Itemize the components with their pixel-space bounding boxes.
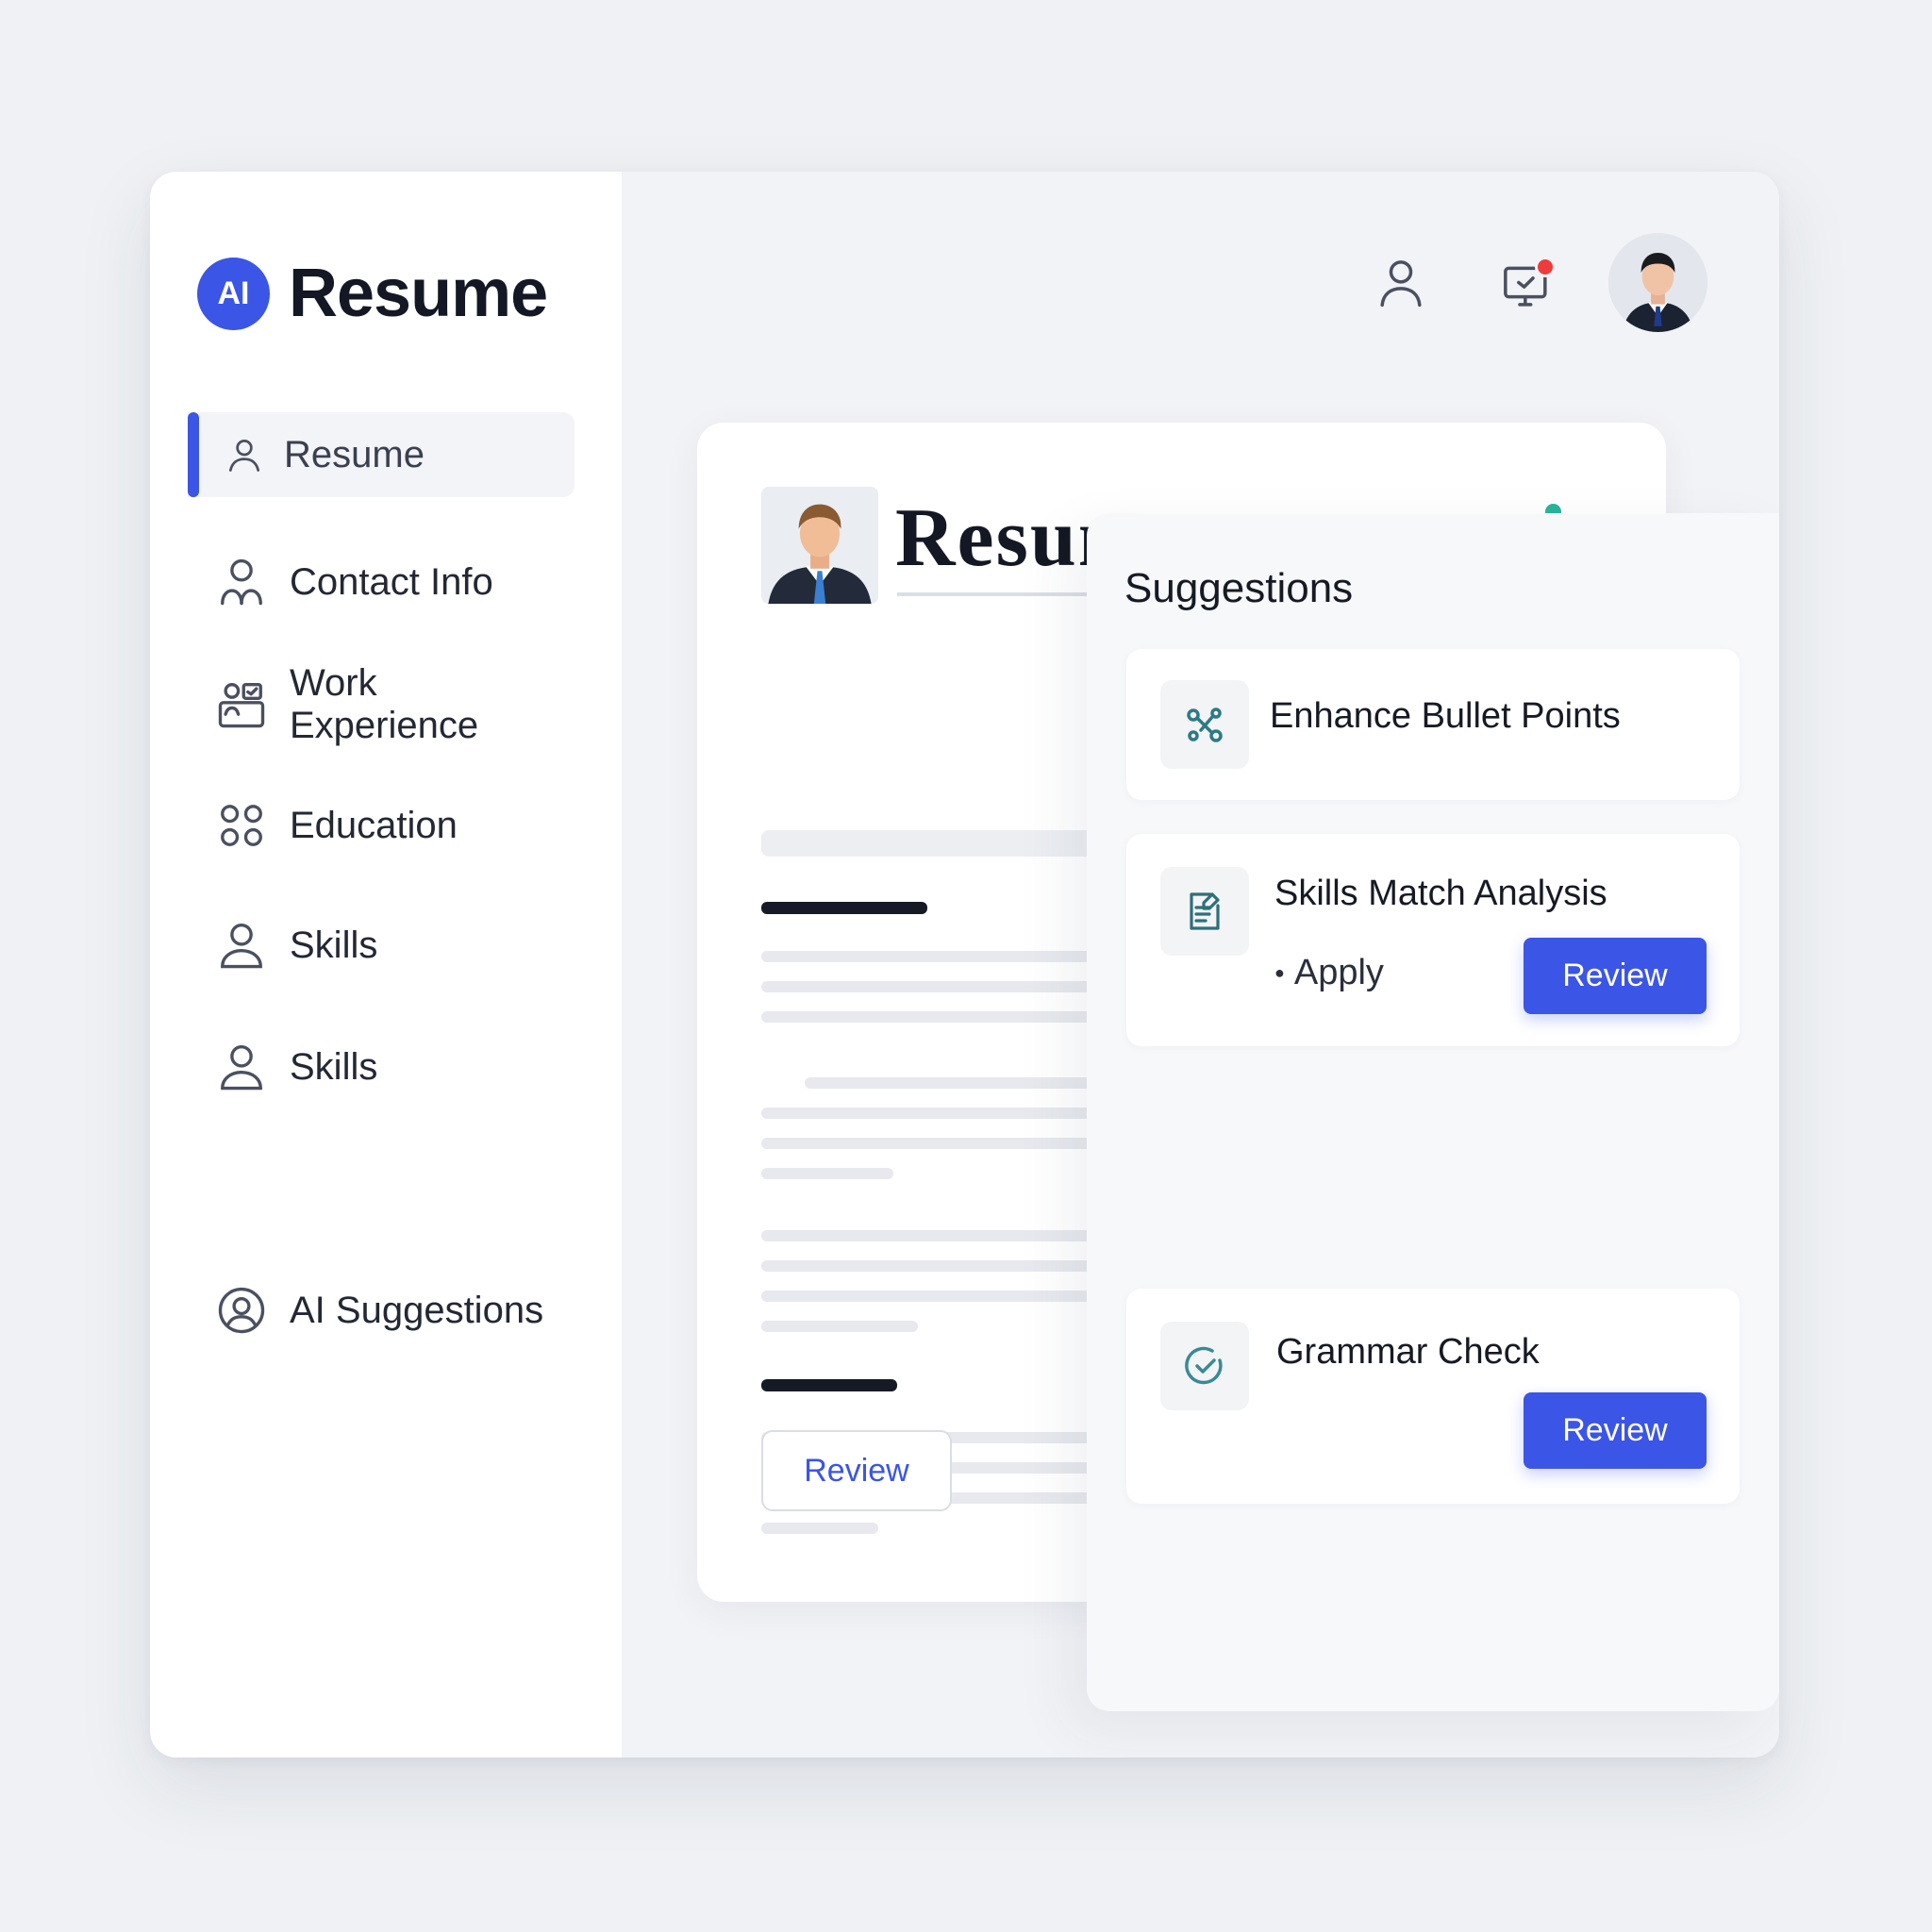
user-icon — [216, 920, 267, 971]
sidebar-item-ai-suggestions[interactable]: AI Suggestions — [188, 1268, 575, 1353]
sidebar-item-skills[interactable]: Skills — [188, 903, 575, 988]
profile-icon[interactable] — [1373, 255, 1429, 311]
notification-monitor-icon[interactable] — [1495, 257, 1557, 315]
user-circle-icon — [216, 1285, 267, 1336]
apply-link[interactable]: ● Apply — [1274, 953, 1384, 993]
document-edit-icon — [1160, 867, 1249, 956]
sidebar-item-label: AI Suggestions — [290, 1289, 544, 1331]
sidebar-item-contact-info[interactable]: Contact Info — [188, 540, 575, 625]
check-circle-icon — [1160, 1322, 1249, 1410]
sidebar-item-label: Skills — [290, 1045, 378, 1088]
suggestions-title: Suggestions — [1124, 565, 1354, 611]
sidebar-item-label: Contact Info — [290, 560, 493, 603]
suggestion-label: Skills Match Analysis — [1274, 874, 1607, 913]
suggestion-label: Grammar Check — [1276, 1332, 1540, 1372]
user-icon — [216, 1041, 267, 1092]
text-placeholder — [761, 1168, 893, 1179]
briefcase-users-icon — [216, 679, 267, 730]
apply-label: Apply — [1293, 953, 1384, 992]
suggestion-card-enhance-bullets[interactable]: Enhance Bullet Points — [1126, 649, 1740, 800]
text-placeholder — [761, 1321, 918, 1332]
sidebar-item-label: Education — [290, 804, 458, 846]
suggestion-card-grammar-check[interactable]: Grammar Check Review — [1126, 1289, 1740, 1504]
suggestions-panel: Suggestions Enhance Bullet Points Skills… — [1087, 513, 1779, 1711]
circles-grid-icon — [216, 800, 267, 851]
sidebar-item-skills-2[interactable]: Skills — [188, 1024, 575, 1109]
contacts-icon — [216, 557, 267, 608]
nodes-icon — [1160, 680, 1249, 769]
bullet-icon: ● — [1274, 963, 1285, 982]
avatar[interactable] — [1608, 233, 1707, 332]
sidebar-item-label: Skills — [290, 924, 378, 966]
user-icon — [224, 434, 265, 475]
sidebar-item-resume[interactable]: Resume — [188, 412, 575, 497]
app-logo[interactable]: AI Resume — [197, 255, 548, 332]
sidebar-item-education[interactable]: Education — [188, 783, 575, 868]
notification-badge — [1535, 257, 1556, 277]
section-heading-placeholder — [761, 1379, 897, 1391]
suggestion-label: Enhance Bullet Points — [1270, 696, 1621, 736]
resume-photo — [761, 487, 878, 604]
sidebar: AI Resume Resume Contact Info Work Exper… — [150, 172, 622, 1757]
text-placeholder — [761, 1523, 878, 1534]
section-heading-placeholder — [761, 902, 927, 914]
sidebar-item-work-experience[interactable]: Work Experience — [188, 662, 575, 747]
review-button[interactable]: Review — [1524, 938, 1707, 1014]
sidebar-item-label: Work Experience — [290, 662, 479, 746]
logo-text: Resume — [289, 256, 548, 331]
sidebar-item-label: Resume — [284, 433, 425, 475]
app-window: AI Resume Resume Contact Info Work Exper… — [150, 172, 1779, 1757]
suggestion-card-skills-match[interactable]: Skills Match Analysis ● Apply Review — [1126, 834, 1740, 1046]
review-button-outline[interactable]: Review — [761, 1430, 952, 1511]
logo-badge: AI — [197, 257, 270, 330]
review-button[interactable]: Review — [1524, 1392, 1707, 1469]
